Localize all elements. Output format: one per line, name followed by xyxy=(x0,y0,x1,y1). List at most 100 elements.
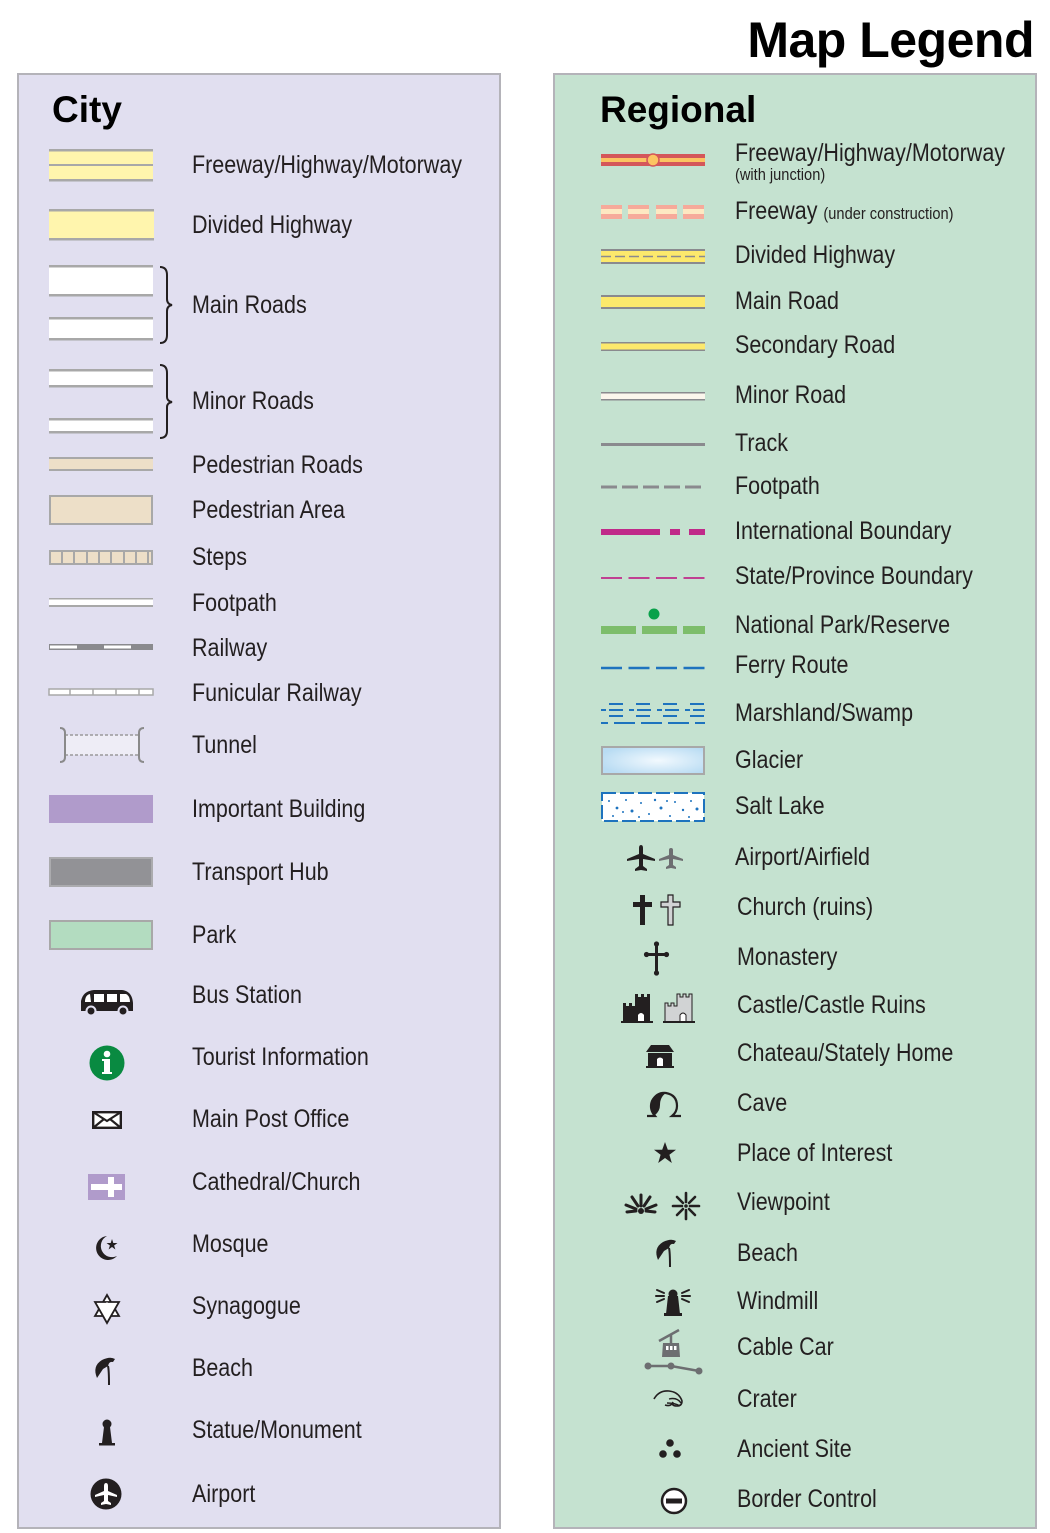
legend-label: National Park/Reserve xyxy=(735,611,951,639)
legend-label: Freeway/Highway/Motorway xyxy=(192,151,463,179)
legend-label: Minor Roads xyxy=(192,387,314,415)
state-boundary-symbol xyxy=(601,577,705,579)
freeway-construction-symbol xyxy=(601,205,704,219)
legend-label: Mosque xyxy=(192,1230,269,1258)
city-legend-panel: City Freeway/Highway/Motorway Divided Hi… xyxy=(17,73,501,1529)
legend-label: International Boundary xyxy=(735,517,952,545)
legend-label: Transport Hub xyxy=(192,858,329,886)
legend-label: Synagogue xyxy=(192,1292,301,1320)
national-park-symbol xyxy=(601,608,705,634)
legend-label: Tourist Information xyxy=(192,1043,369,1071)
legend-label: Ferry Route xyxy=(735,651,849,679)
legend-label: Border Control xyxy=(737,1485,877,1513)
monastery-cross-icon xyxy=(643,941,670,976)
legend-label: Secondary Road xyxy=(735,331,896,359)
legend-label: Main Roads xyxy=(192,291,307,319)
legend-note: (with junction) xyxy=(735,165,826,184)
legend-label: Place of Interest xyxy=(737,1139,893,1167)
legend-label: Steps xyxy=(192,543,247,571)
cable-car-icon xyxy=(644,1328,703,1375)
tunnel-symbol xyxy=(59,727,145,763)
legend-label: Track xyxy=(735,429,788,457)
star-of-david-icon xyxy=(93,1293,121,1325)
legend-label: Glacier xyxy=(735,746,804,774)
airport-circle-icon xyxy=(90,1478,122,1510)
legend-label: Beach xyxy=(737,1239,798,1267)
legend-label: Crater xyxy=(737,1385,797,1413)
legend-label: Cable Car xyxy=(737,1333,834,1361)
steps-symbol xyxy=(49,550,153,565)
grey-area-symbol xyxy=(49,857,153,887)
legend-label: Airport/Airfield xyxy=(735,843,871,871)
crescent-star-icon xyxy=(96,1236,118,1260)
legend-label: Park xyxy=(192,921,237,949)
purple-area-symbol xyxy=(49,795,153,823)
chateau-icon xyxy=(646,1045,674,1068)
cross-icons xyxy=(633,894,681,926)
secondary-road-symbol xyxy=(601,342,705,351)
legend-label: Important Building xyxy=(192,795,366,823)
umbrella-icon xyxy=(95,1357,115,1386)
marsh-symbol xyxy=(601,703,705,724)
white-roads-bracket-symbol xyxy=(49,265,173,344)
viewpoint-icons xyxy=(624,1191,701,1221)
windmill-icon xyxy=(655,1289,691,1316)
legend-label: Castle/Castle Ruins xyxy=(737,991,926,1019)
legend-label: Main Post Office xyxy=(192,1105,350,1133)
legend-note: (under construction) xyxy=(823,204,954,223)
legend-label: Ancient Site xyxy=(737,1435,852,1463)
legend-label: Main Road xyxy=(735,287,839,315)
bus-icon xyxy=(81,990,133,1017)
legend-label: Statue/Monument xyxy=(192,1416,362,1444)
track-symbol xyxy=(601,443,705,446)
glacier-symbol xyxy=(601,746,705,775)
divided-highway-symbol xyxy=(601,249,705,264)
minor-road-symbol xyxy=(601,392,705,401)
page-title: Map Legend xyxy=(747,12,1034,68)
legend-label: Monastery xyxy=(737,943,838,971)
umbrella-icon xyxy=(656,1239,676,1268)
legend-label: Funicular Railway xyxy=(192,679,362,707)
freeway-junction-symbol xyxy=(601,153,705,167)
railway-symbol xyxy=(49,644,153,650)
border-control-icon xyxy=(660,1487,688,1515)
legend-label: Freeway (under construction) xyxy=(735,199,953,224)
thin-white-roads-bracket-symbol xyxy=(49,364,173,439)
legend-label: Windmill xyxy=(737,1287,819,1315)
legend-label: Salt Lake xyxy=(735,792,825,820)
legend-label-main: Freeway xyxy=(735,197,818,225)
legend-label: Cave xyxy=(737,1089,788,1117)
international-boundary-symbol xyxy=(601,529,705,535)
wide-yellow-road-symbol xyxy=(49,209,154,241)
airplane-icons xyxy=(627,845,683,871)
regional-panel-title: Regional xyxy=(600,89,757,130)
legend-label: Airport xyxy=(192,1480,256,1508)
green-area-symbol xyxy=(49,920,153,950)
legend-label: Footpath xyxy=(192,589,277,617)
statue-icon xyxy=(99,1419,115,1446)
legend-label: Tunnel xyxy=(192,731,257,759)
tourist-info-icon xyxy=(89,1045,125,1081)
legend-label: Freeway/Highway/Motorway xyxy=(735,139,1006,167)
legend-label: Railway xyxy=(192,634,268,662)
legend-label: Beach xyxy=(192,1354,253,1382)
legend-label: Cathedral/Church xyxy=(192,1168,361,1196)
legend-label: State/Province Boundary xyxy=(735,562,973,590)
tan-road-symbol xyxy=(49,457,153,471)
legend-label: Minor Road xyxy=(735,381,847,409)
ferry-route-symbol xyxy=(601,666,705,670)
footpath-dashed-symbol xyxy=(601,485,705,489)
legend-label: Pedestrian Area xyxy=(192,496,345,524)
tan-area-symbol xyxy=(49,495,153,525)
legend-label: Bus Station xyxy=(192,981,302,1009)
city-panel-title: City xyxy=(52,89,122,130)
legend-label: Pedestrian Roads xyxy=(192,451,363,479)
legend-label: Viewpoint xyxy=(737,1188,830,1216)
castle-icons xyxy=(621,993,695,1023)
legend-label: Chateau/Stately Home xyxy=(737,1039,954,1067)
church-cross-icon xyxy=(88,1174,125,1200)
main-road-symbol xyxy=(601,295,705,309)
cave-icon xyxy=(647,1091,681,1118)
legend-label: Divided Highway xyxy=(735,241,896,269)
legend-label: Footpath xyxy=(735,472,820,500)
